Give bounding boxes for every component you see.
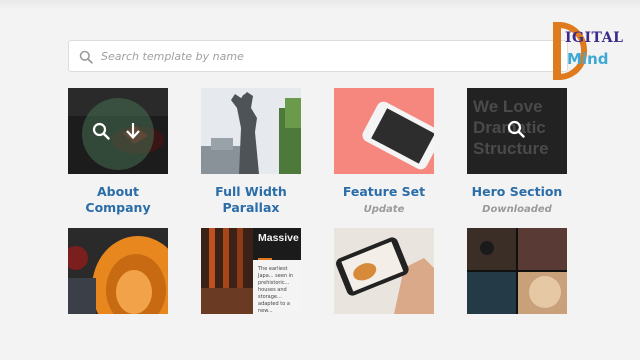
thumb-phone-photo	[334, 88, 434, 174]
template-card-8[interactable]	[467, 228, 567, 314]
template-thumbnail[interactable]: Massive Structure The earliest Japa... s…	[201, 228, 301, 314]
template-thumbnail[interactable]: We Love Dramatic Structure	[467, 88, 567, 174]
digital-mind-logo: IGITAL Mind	[553, 22, 625, 84]
logo-line2: Mind	[567, 50, 609, 68]
download-icon[interactable]	[124, 122, 142, 144]
hover-icons	[92, 122, 142, 144]
thumb-text: The earliest Japa... seen in prehistoric…	[258, 266, 294, 314]
template-card-7[interactable]	[334, 228, 434, 314]
template-title[interactable]: Full Width Parallax	[201, 184, 301, 216]
top-edge	[0, 0, 640, 10]
template-card-about-company[interactable]: About Company	[68, 88, 168, 216]
template-title[interactable]: Feature Set	[334, 184, 434, 200]
template-browser: IGITAL Mind	[0, 0, 640, 360]
template-card-6[interactable]: Massive Structure The earliest Japa... s…	[201, 228, 301, 314]
template-card-hero-section[interactable]: We Love Dramatic Structure Hero Section …	[467, 88, 567, 215]
template-card-5[interactable]	[68, 228, 168, 314]
template-thumbnail[interactable]	[201, 88, 301, 174]
thumb-accent-bar	[258, 258, 272, 260]
thumb-tunnel-photo	[68, 228, 168, 314]
template-card-full-width-parallax[interactable]: Full Width Parallax	[201, 88, 301, 216]
search-icon[interactable]	[507, 120, 525, 142]
template-title[interactable]: Hero Section	[467, 184, 567, 200]
template-thumbnail[interactable]	[467, 228, 567, 314]
logo-line1: IGITAL	[565, 30, 624, 46]
thumb-corridor-photo	[201, 228, 253, 314]
template-thumbnail[interactable]	[334, 228, 434, 314]
thumb-collage-photo	[467, 228, 567, 314]
template-thumbnail[interactable]	[68, 228, 168, 314]
search-icon[interactable]	[92, 122, 110, 144]
thumb-statue-photo	[201, 88, 301, 174]
template-status[interactable]: Update	[334, 204, 434, 215]
search-bar[interactable]	[68, 40, 568, 72]
template-thumbnail[interactable]	[68, 88, 168, 174]
search-icon	[79, 49, 93, 64]
template-card-feature-set[interactable]: Feature Set Update	[334, 88, 434, 215]
template-thumbnail[interactable]	[334, 88, 434, 174]
thumb-heading: Massive Structure	[253, 228, 301, 260]
thumb-hand-phone-photo	[334, 228, 434, 314]
template-status[interactable]: Downloaded	[467, 204, 567, 215]
search-input[interactable]	[101, 49, 521, 63]
thumb-text-panel: Massive Structure The earliest Japa... s…	[253, 228, 301, 314]
template-title[interactable]: About Company	[68, 184, 168, 216]
